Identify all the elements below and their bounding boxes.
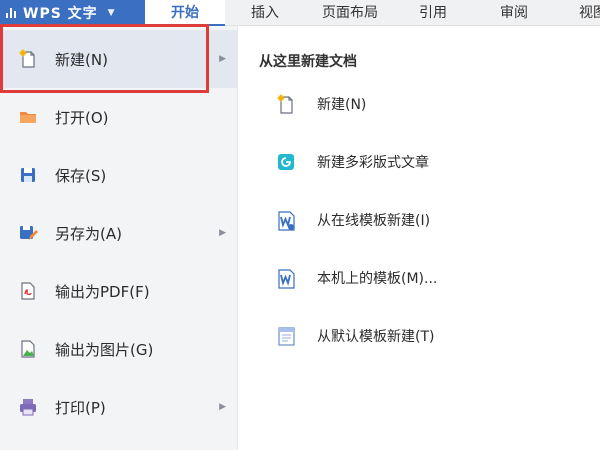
menu-item-export-image[interactable]: 输出为图片(G): [0, 320, 238, 378]
option-label: 从默认模板新建(T): [317, 329, 435, 345]
option-online-template[interactable]: 从在线模板新建(I): [239, 200, 600, 240]
menu-item-save[interactable]: 保存(S): [0, 146, 238, 204]
menu-item-open[interactable]: 打开(O): [0, 88, 238, 146]
panel-title: 从这里新建文档: [259, 54, 357, 70]
chevron-right-icon: ▶: [219, 402, 226, 412]
tab-page-layout[interactable]: 页面布局: [305, 0, 395, 26]
chevron-right-icon: ▶: [219, 228, 226, 238]
file-menu: 新建(N) ▶ 打开(O) 保存(S) 另存为(A) ▶ 输出为PDF(F) 输…: [0, 26, 238, 450]
option-default-template[interactable]: 从默认模板新建(T): [239, 316, 600, 356]
menu-item-label: 另存为(A): [55, 224, 122, 243]
chevron-right-icon: ▶: [219, 54, 226, 64]
tab-references[interactable]: 引用: [402, 0, 464, 26]
menu-item-label: 打印(P): [55, 398, 106, 417]
colorful-layout-icon: [276, 151, 296, 173]
save-as-icon: [18, 223, 38, 243]
tab-insert[interactable]: 插入: [232, 0, 298, 26]
option-new-blank[interactable]: 新建(N): [239, 84, 600, 124]
menu-item-export-pdf[interactable]: 输出为PDF(F): [0, 262, 238, 320]
option-label: 新建(N): [317, 97, 367, 113]
pdf-export-icon: [18, 281, 38, 301]
wps-logo-icon: [6, 8, 18, 18]
new-document-panel: 从这里新建文档 新建(N) 新建多彩版式文章 从在线模板新建(I) 本机上的模板…: [239, 26, 600, 450]
menu-item-print[interactable]: 打印(P) ▶: [0, 378, 238, 436]
ribbon-bar: WPS 文字 ▼ 开始 插入 页面布局 引用 审阅 视图: [0, 0, 600, 26]
tab-view[interactable]: 视图: [565, 0, 600, 26]
image-export-icon: [18, 339, 38, 359]
default-template-icon: [276, 325, 296, 347]
printer-icon: [18, 397, 38, 417]
save-icon: [18, 165, 38, 185]
folder-icon: [18, 107, 38, 127]
option-label: 新建多彩版式文章: [317, 155, 429, 171]
tab-review[interactable]: 审阅: [478, 0, 550, 26]
menu-item-label: 保存(S): [55, 166, 107, 185]
option-label: 从在线模板新建(I): [317, 213, 431, 229]
app-name: WPS 文字: [23, 6, 98, 22]
chevron-down-icon: ▼: [107, 8, 115, 18]
menu-item-label: 打开(O): [55, 108, 109, 127]
option-local-template[interactable]: 本机上的模板(M)...: [239, 258, 600, 298]
menu-item-label: 新建(N): [55, 50, 108, 69]
local-template-icon: [276, 267, 296, 289]
new-doc-icon: [18, 49, 38, 69]
tab-home[interactable]: 开始: [145, 0, 225, 26]
online-template-icon: [276, 209, 296, 231]
menu-item-label: 输出为PDF(F): [55, 282, 150, 301]
menu-item-new[interactable]: 新建(N) ▶: [0, 30, 238, 88]
option-label: 本机上的模板(M)...: [317, 271, 438, 287]
menu-item-save-as[interactable]: 另存为(A) ▶: [0, 204, 238, 262]
new-doc-icon: [276, 93, 296, 115]
menu-item-label: 输出为图片(G): [55, 340, 154, 359]
app-menu-button[interactable]: WPS 文字 ▼: [0, 0, 145, 26]
option-colorful-layout[interactable]: 新建多彩版式文章: [239, 142, 600, 182]
